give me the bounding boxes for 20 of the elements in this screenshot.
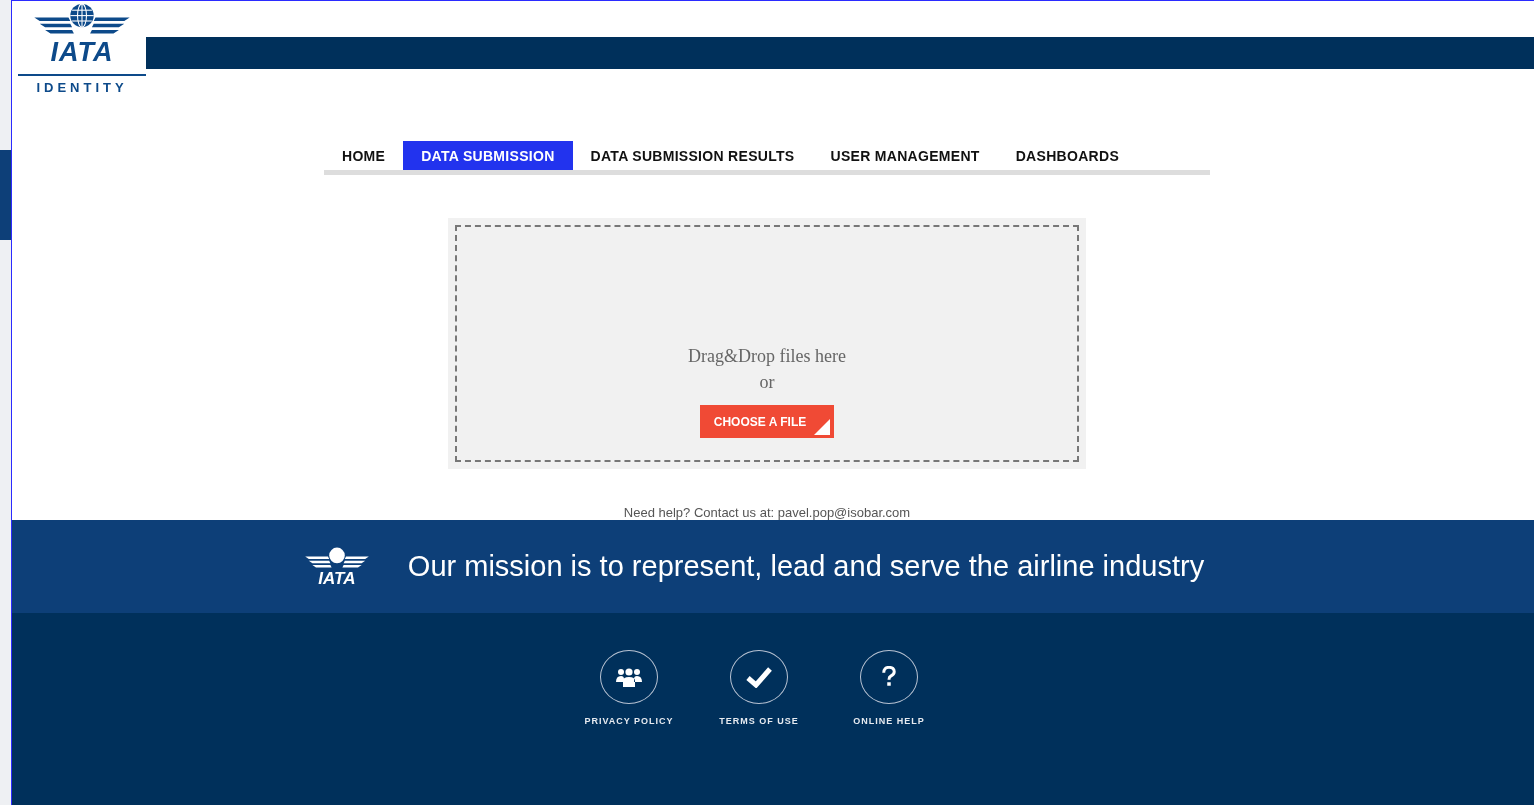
- separator-text: or: [759, 371, 775, 394]
- choose-file-button[interactable]: CHOOSE A FILE: [699, 405, 835, 438]
- nav-tab[interactable]: DATA SUBMISSION RESULTS: [572, 141, 813, 170]
- dropzone[interactable]: Drag&Drop files here or CHOOSE A FILE: [448, 218, 1086, 469]
- nav-tab[interactable]: DATA SUBMISSION: [403, 141, 573, 170]
- question-icon: [882, 666, 896, 688]
- mission-text: Our mission is to represent, lead and serve the airline industry: [407, 550, 1205, 583]
- help-text: Need help? Contact us at: pavel.pop@isobar.com: [623, 505, 911, 520]
- footer-link[interactable]: TERMS OF USE: [714, 650, 804, 805]
- footer-link[interactable]: PRIVACY POLICY: [584, 650, 674, 805]
- people-icon: [616, 667, 642, 687]
- logo-wordmark: IATA: [318, 570, 356, 587]
- drop-prompt: Drag&Drop files here: [688, 345, 846, 368]
- logo-tagline: IDENTITY: [36, 80, 128, 95]
- checkmark-icon: [746, 666, 772, 688]
- nav-tab[interactable]: DASHBOARDS: [997, 141, 1138, 170]
- footer-link[interactable]: ONLINE HELP: [844, 650, 934, 805]
- logo-wordmark: IATA: [50, 39, 114, 65]
- nav-tab[interactable]: USER MANAGEMENT: [812, 141, 998, 170]
- nav-tab[interactable]: HOME: [324, 141, 404, 170]
